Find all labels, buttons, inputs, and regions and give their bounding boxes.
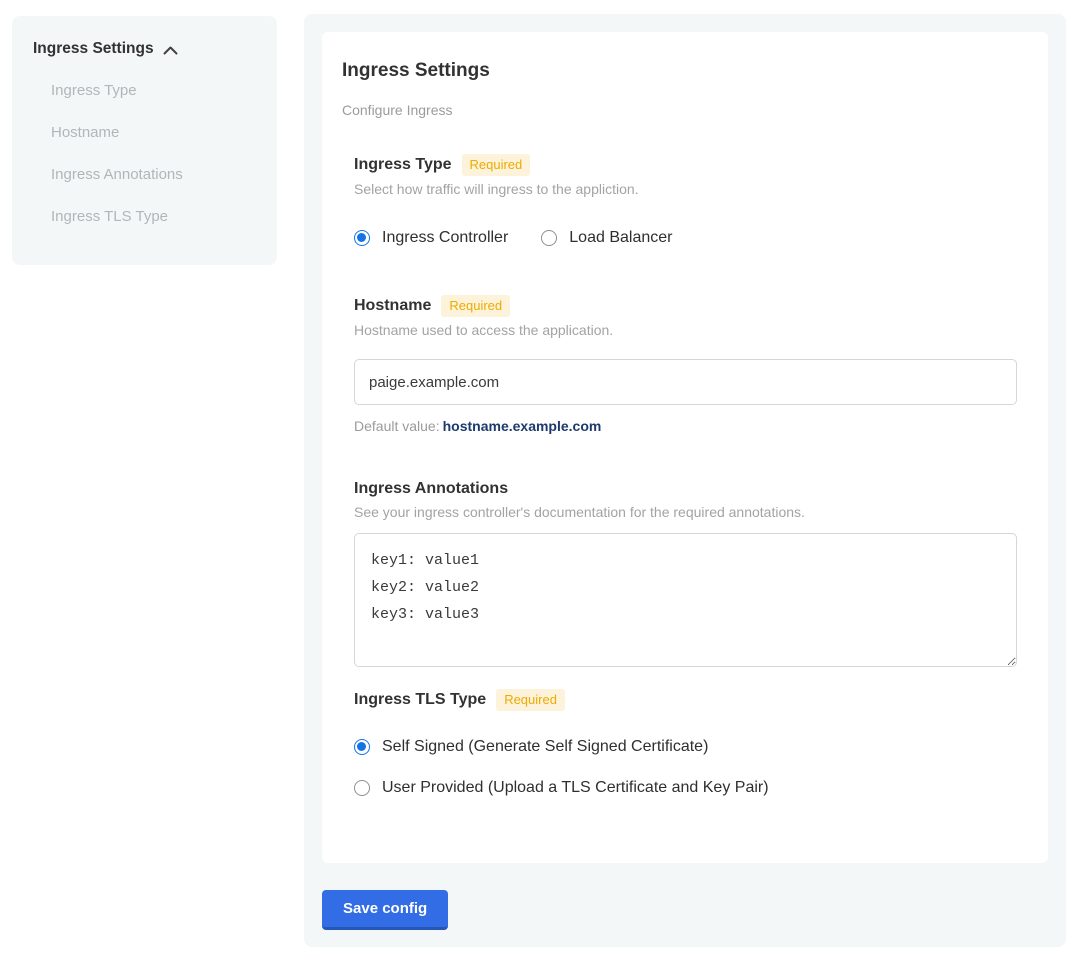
default-value-text: hostname.example.com xyxy=(443,418,602,434)
section-ingress-type: Ingress Type Required Select how traffic… xyxy=(354,154,1016,248)
field-help-ingress-annotations: See your ingress controller's documentat… xyxy=(354,504,1016,521)
field-help-hostname: Hostname used to access the application. xyxy=(354,322,1016,339)
field-label-row: Ingress TLS Type Required xyxy=(354,689,1016,711)
ingress-type-radio-group: Ingress Controller Load Balancer xyxy=(354,228,1016,248)
field-label-hostname: Hostname xyxy=(354,296,431,316)
page-subtitle: Configure Ingress xyxy=(342,102,1016,119)
config-panel: Ingress Settings Configure Ingress Ingre… xyxy=(304,14,1066,947)
field-label-ingress-type: Ingress Type xyxy=(354,155,452,175)
radio-option-self-signed[interactable]: Self Signed (Generate Self Signed Certif… xyxy=(354,737,1016,757)
field-label-row: Ingress Annotations xyxy=(354,479,1016,499)
section-ingress-tls-type: Ingress TLS Type Required Self Signed (G… xyxy=(354,689,1016,798)
sidebar-item-list: Ingress Type Hostname Ingress Annotation… xyxy=(33,58,259,226)
hostname-input[interactable] xyxy=(354,359,1017,405)
config-card: Ingress Settings Configure Ingress Ingre… xyxy=(322,32,1048,863)
radio-label: User Provided (Upload a TLS Certificate … xyxy=(382,778,769,798)
radio-label: Load Balancer xyxy=(569,228,672,248)
field-label-ingress-annotations: Ingress Annotations xyxy=(354,479,508,499)
sidebar-item-hostname[interactable]: Hostname xyxy=(33,123,259,142)
sidebar-item-ingress-tls-type[interactable]: Ingress TLS Type xyxy=(33,207,259,226)
chevron-up-icon[interactable] xyxy=(163,46,178,55)
required-badge: Required xyxy=(441,295,510,317)
config-page: Ingress Settings Ingress Type Hostname I… xyxy=(0,0,1090,969)
default-value-prefix: Default value: xyxy=(354,418,440,434)
config-nav-sidebar: Ingress Settings Ingress Type Hostname I… xyxy=(12,16,277,265)
sidebar-item-ingress-annotations[interactable]: Ingress Annotations xyxy=(33,165,259,184)
radio-button-icon[interactable] xyxy=(541,230,557,246)
radio-label: Ingress Controller xyxy=(382,228,508,248)
tls-type-radio-group: Self Signed (Generate Self Signed Certif… xyxy=(354,737,1016,798)
radio-option-load-balancer[interactable]: Load Balancer xyxy=(541,228,672,248)
field-label-ingress-tls-type: Ingress TLS Type xyxy=(354,690,486,710)
field-label-row: Ingress Type Required xyxy=(354,154,1016,176)
sidebar-group-ingress-settings[interactable]: Ingress Settings xyxy=(33,40,259,58)
radio-button-icon[interactable] xyxy=(354,230,370,246)
field-label-row: Hostname Required xyxy=(354,295,1016,317)
required-badge: Required xyxy=(496,689,565,711)
default-value-line: Default value:hostname.example.com xyxy=(354,418,1016,434)
radio-label: Self Signed (Generate Self Signed Certif… xyxy=(382,737,708,757)
required-badge: Required xyxy=(462,154,531,176)
sidebar-item-ingress-type[interactable]: Ingress Type xyxy=(33,81,259,100)
save-config-button[interactable]: Save config xyxy=(322,890,448,930)
ingress-annotations-textarea[interactable]: key1: value1 key2: value2 key3: value3 xyxy=(354,533,1017,667)
radio-button-icon[interactable] xyxy=(354,780,370,796)
sidebar-group-title: Ingress Settings xyxy=(33,40,154,58)
section-hostname: Hostname Required Hostname used to acces… xyxy=(354,295,1016,434)
field-help-ingress-type: Select how traffic will ingress to the a… xyxy=(354,181,1016,198)
radio-option-user-provided[interactable]: User Provided (Upload a TLS Certificate … xyxy=(354,778,1016,798)
radio-option-ingress-controller[interactable]: Ingress Controller xyxy=(354,228,508,248)
section-ingress-annotations: Ingress Annotations See your ingress con… xyxy=(354,479,1016,667)
radio-button-icon[interactable] xyxy=(354,739,370,755)
page-title: Ingress Settings xyxy=(342,59,1016,83)
